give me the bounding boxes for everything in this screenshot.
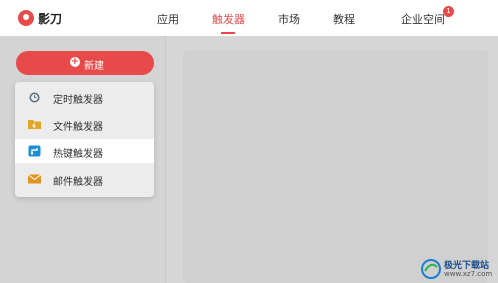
main-content-panel [183, 50, 488, 283]
new-button[interactable]: + 新建 [16, 51, 154, 75]
menu-item-file-trigger[interactable]: 文件触发器 [15, 112, 154, 136]
plus-icon: + [70, 56, 80, 67]
menu-item-scheduled-trigger[interactable]: 定时触发器 [15, 85, 154, 109]
folder-icon [28, 120, 41, 129]
top-bar: 影刀 应用 触发器 市场 教程 企业空间 1 [0, 0, 498, 36]
app-name: 影刀 [38, 12, 63, 26]
notification-badge: 1 [443, 6, 454, 17]
nav-market[interactable]: 市场 [278, 11, 300, 27]
hotkey-icon [28, 145, 41, 157]
nav-triggers[interactable]: 触发器 [212, 11, 245, 27]
nav-enterprise-space[interactable]: 企业空间 [401, 11, 445, 27]
new-trigger-dropdown: 定时触发器 文件触发器 热键触发器 邮件触发器 [15, 82, 154, 197]
menu-item-mail-trigger[interactable]: 邮件触发器 [15, 167, 154, 191]
new-button-label: 新建 [84, 61, 104, 72]
clock-icon [29, 92, 40, 103]
app-logo-icon [18, 10, 34, 26]
menu-item-label: 邮件触发器 [53, 177, 103, 188]
nav-apps[interactable]: 应用 [157, 11, 179, 27]
watermark-url: www.xz7.com [444, 270, 493, 278]
menu-item-label: 热键触发器 [53, 149, 103, 160]
menu-item-hotkey-trigger[interactable]: 热键触发器 [15, 139, 154, 163]
nav-active-indicator [221, 32, 235, 34]
watermark-logo-icon [421, 259, 441, 279]
menu-item-label: 定时触发器 [53, 95, 103, 106]
panel-divider [165, 36, 166, 283]
mail-icon [28, 174, 41, 184]
menu-item-label: 文件触发器 [53, 122, 103, 133]
nav-tutorials[interactable]: 教程 [333, 11, 355, 27]
watermark: 极光下载站 www.xz7.com [420, 254, 498, 283]
